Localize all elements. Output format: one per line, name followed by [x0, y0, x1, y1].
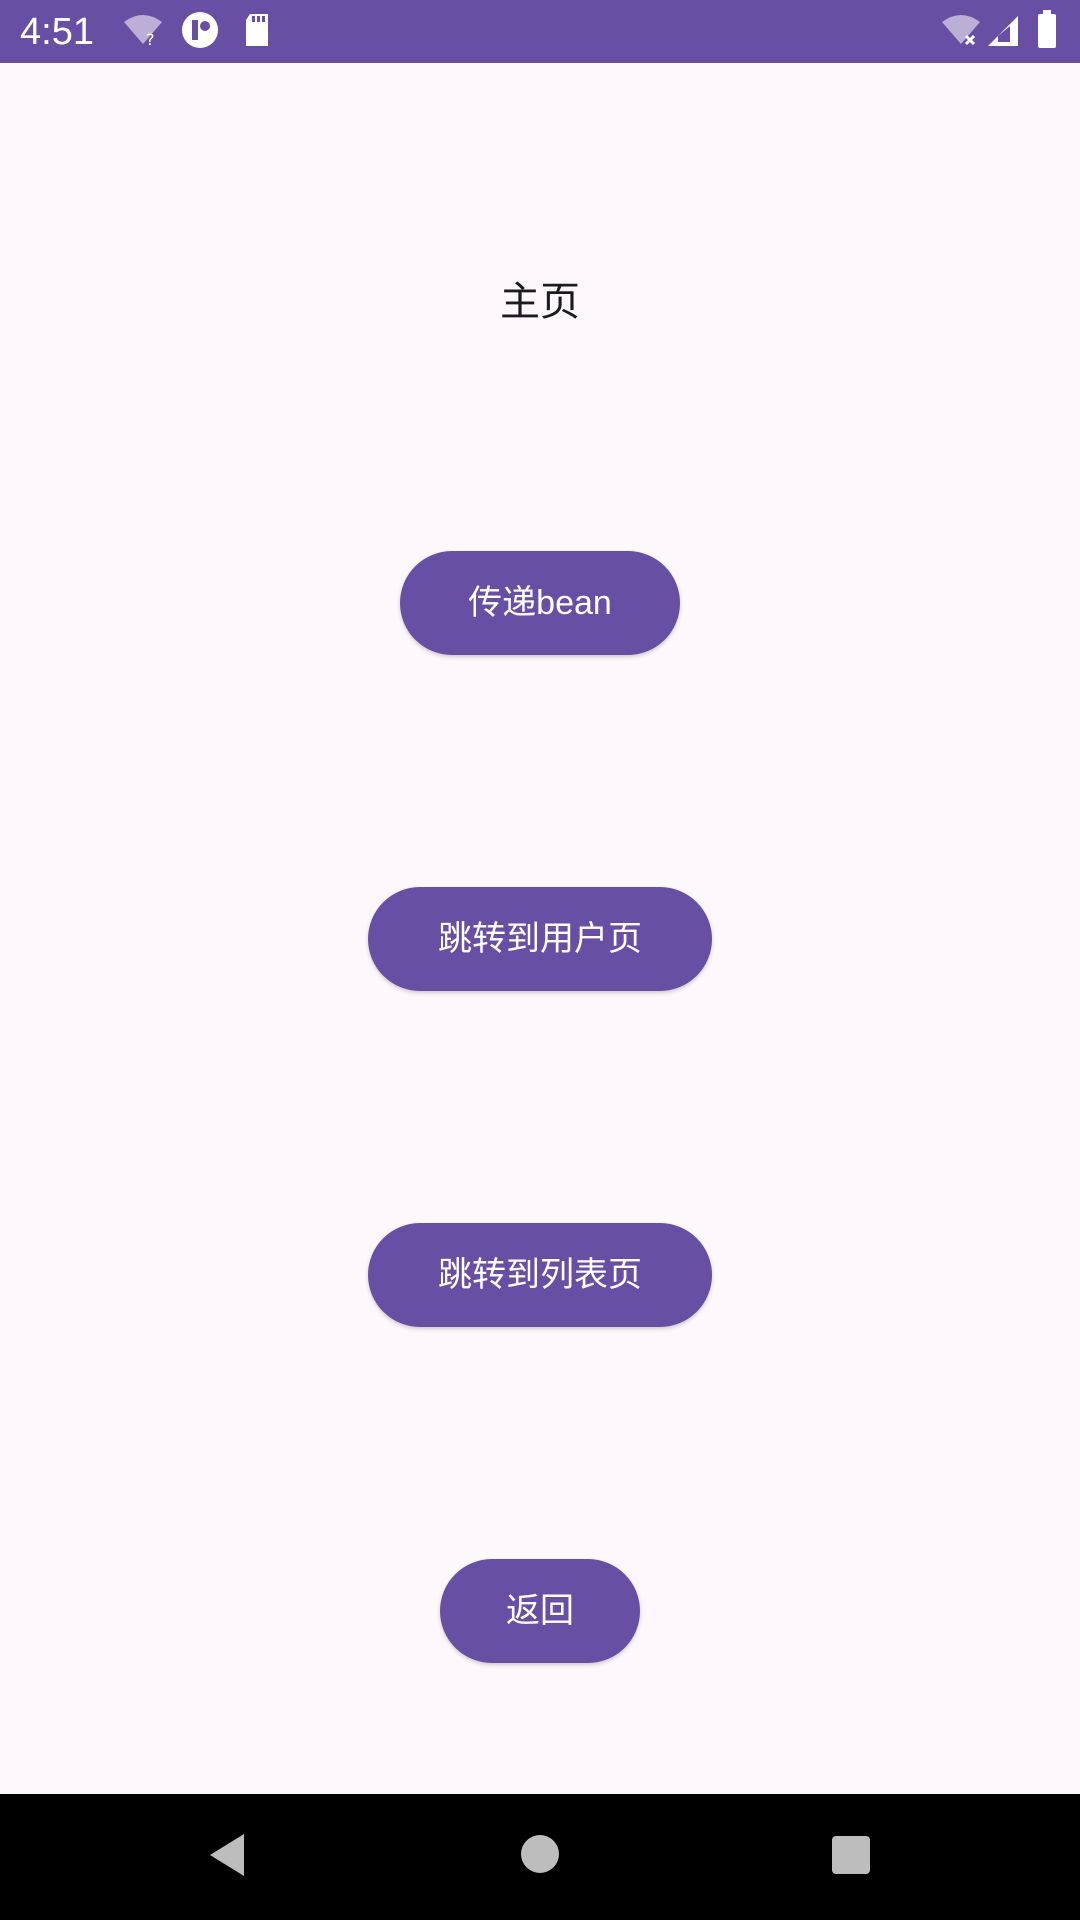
wifi-question-icon: ? — [124, 15, 162, 48]
back-button[interactable]: 返回 — [440, 1559, 640, 1663]
status-bar: 4:51 ? — [0, 0, 1080, 63]
page-title: 主页 — [500, 279, 580, 325]
battery-icon — [1038, 10, 1056, 48]
back-icon[interactable] — [204, 1830, 250, 1880]
signal-icon — [988, 16, 1018, 46]
status-time: 4:51 — [20, 11, 94, 53]
notification-icon — [182, 12, 218, 48]
wifi-x-icon — [942, 15, 980, 46]
goto-list-page-button[interactable]: 跳转到列表页 — [368, 1223, 712, 1327]
svg-text:?: ? — [146, 30, 155, 48]
sd-card-icon — [246, 14, 268, 46]
app-screen: 4:51 ? 主页 传递bean 跳转到用户页 跳转到列表页 返回 — [0, 0, 1080, 1920]
recents-icon[interactable] — [830, 1834, 872, 1876]
navigation-bar — [0, 1794, 1080, 1920]
home-icon[interactable] — [518, 1832, 562, 1876]
pass-bean-button[interactable]: 传递bean — [400, 551, 680, 655]
goto-user-page-button[interactable]: 跳转到用户页 — [368, 887, 712, 991]
